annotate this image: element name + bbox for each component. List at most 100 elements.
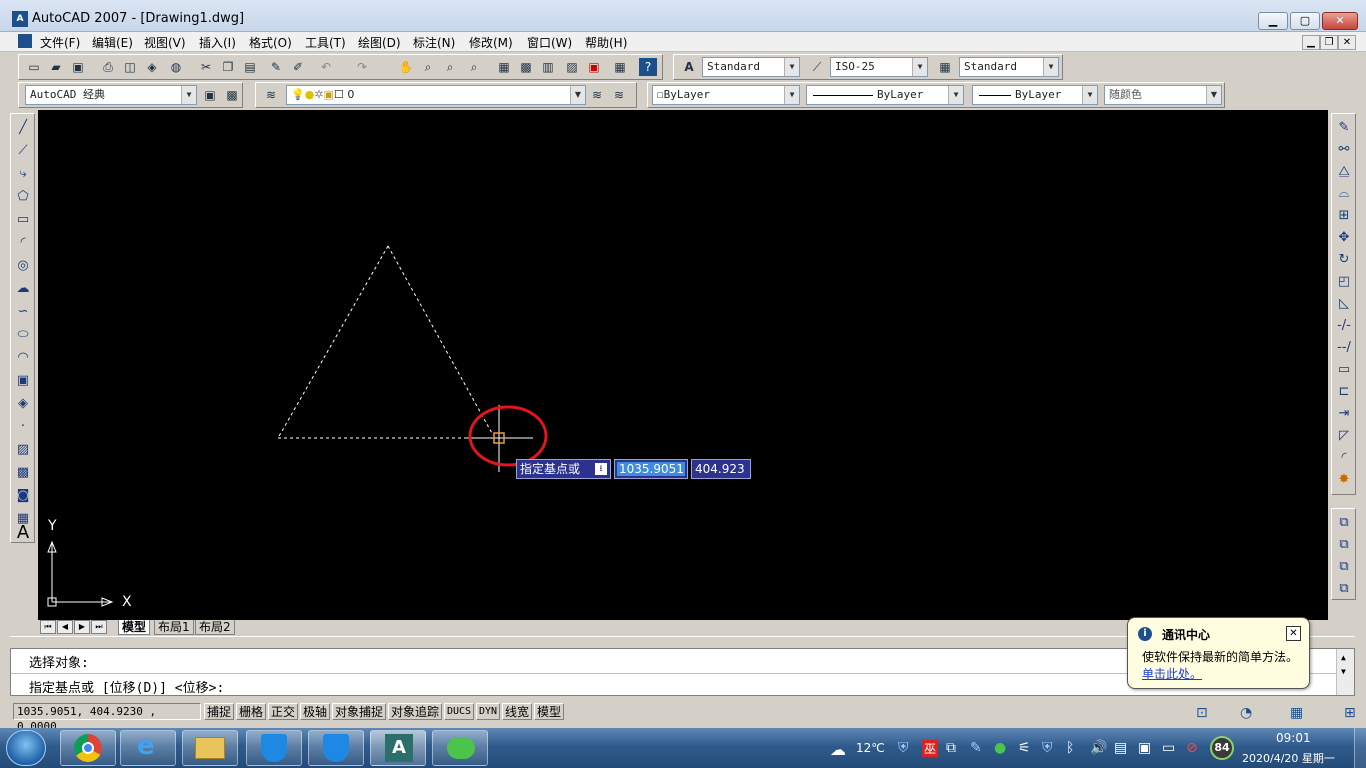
coordinate-readout[interactable]: 1035.9051, 404.9230 , 0.0000 — [13, 703, 201, 733]
workspace-select[interactable]: AutoCAD 经典 ▼ — [25, 85, 197, 105]
clock-time[interactable]: 09:01 — [1276, 731, 1311, 745]
multiline-text-icon[interactable]: A — [13, 523, 33, 543]
color-select[interactable]: ☐ByLayer ▼ — [652, 85, 800, 105]
security-button-2[interactable] — [308, 730, 364, 766]
menu-dimension[interactable]: 标注(N) — [413, 34, 455, 51]
prev-tab-icon[interactable]: ◀ — [57, 620, 73, 634]
minimize-button[interactable]: ▁ — [1258, 12, 1288, 30]
shield-tray-icon-2[interactable]: ⛨ — [1042, 740, 1053, 756]
model-toggle[interactable]: 模型 — [534, 703, 564, 720]
menu-format[interactable]: 格式(O) — [249, 34, 292, 51]
open-icon[interactable]: ▰ — [47, 58, 65, 76]
tool-tray-icon[interactable]: ✎ — [970, 740, 982, 756]
hatch-icon[interactable]: ▨ — [13, 440, 33, 460]
ducs-toggle[interactable]: DUCS — [444, 703, 474, 720]
erase-icon[interactable]: ✎ — [1334, 118, 1354, 138]
match-properties-icon[interactable]: ✎ — [267, 58, 285, 76]
fillet-icon[interactable]: ◜ — [1334, 448, 1354, 468]
send-under-icon[interactable]: ⧉ — [1334, 579, 1354, 599]
print-icon[interactable]: ⎙ — [99, 58, 117, 76]
table-style-icon[interactable]: ▦ — [936, 58, 954, 76]
chrome-button[interactable] — [60, 730, 116, 766]
dim-style-select[interactable]: ISO-25 ▼ — [830, 57, 928, 77]
circle-icon[interactable]: ◎ — [13, 256, 33, 276]
save-icon[interactable]: ▣ — [69, 58, 87, 76]
fullscreen-icon[interactable]: ⊞ — [1344, 705, 1356, 721]
arc-icon[interactable]: ◜ — [13, 233, 33, 253]
dim-style-icon[interactable]: ⟋ — [808, 58, 826, 76]
selected-triangle[interactable] — [277, 245, 494, 439]
workspace-save-icon[interactable]: ▩ — [223, 86, 241, 104]
menu-insert[interactable]: 插入(I) — [199, 34, 236, 51]
dyn-toggle[interactable]: DYN — [476, 703, 500, 720]
zoom-window-icon[interactable]: ⌕ — [441, 58, 459, 76]
tab-layout2[interactable]: 布局2 — [195, 620, 235, 635]
app-tray-icon[interactable]: 巫 — [922, 740, 939, 757]
first-tab-icon[interactable]: ⏮ — [40, 620, 56, 634]
design-center-icon[interactable]: ▩ — [517, 58, 535, 76]
wechat-tray-icon[interactable]: ● — [994, 740, 1006, 756]
explode-icon[interactable]: ✸ — [1334, 470, 1354, 490]
undo-icon[interactable]: ↶ — [317, 58, 335, 76]
make-current-layer-icon[interactable]: ≋ — [588, 86, 606, 104]
doc-minimize-button[interactable]: ▁ — [1302, 35, 1320, 50]
menu-window[interactable]: 窗口(W) — [527, 34, 572, 51]
zoom-realtime-icon[interactable]: ⌕ — [419, 58, 437, 76]
communication-center-icon[interactable]: ◔ — [1240, 705, 1252, 721]
copy-icon[interactable]: ❐ — [219, 58, 237, 76]
linetype-select[interactable]: ByLayer ▼ — [806, 85, 964, 105]
bluetooth-icon[interactable]: ᛒ — [1066, 740, 1074, 756]
menu-edit[interactable]: 编辑(E) — [92, 34, 133, 51]
spline-icon[interactable]: ∽ — [13, 302, 33, 322]
doc-restore-button[interactable]: ❐ — [1320, 35, 1338, 50]
otrack-toggle[interactable]: 对象追踪 — [388, 703, 442, 720]
paste-icon[interactable]: ▤ — [241, 58, 259, 76]
document-icon[interactable] — [18, 34, 32, 48]
tool-palettes-icon[interactable]: ▥ — [539, 58, 557, 76]
polar-toggle[interactable]: 极轴 — [300, 703, 330, 720]
help-icon[interactable]: ? — [639, 58, 657, 76]
table-style-select[interactable]: Standard ▼ — [959, 57, 1059, 77]
snap-toggle[interactable]: 捕捉 — [204, 703, 234, 720]
make-block-icon[interactable]: ◈ — [13, 394, 33, 414]
tab-layout1[interactable]: 布局1 — [154, 620, 194, 635]
shield-tray-icon[interactable]: ⛨ — [898, 740, 909, 756]
plot-style-select[interactable]: 随颜色 ▼ — [1104, 85, 1222, 105]
layer-select[interactable]: 💡●✲▣☐ 0 ▼ — [286, 85, 586, 105]
offset-icon[interactable]: ⌓ — [1334, 184, 1354, 204]
bring-above-icon[interactable]: ⧉ — [1334, 557, 1354, 577]
break-at-point-icon[interactable]: ▭ — [1334, 360, 1354, 380]
rotate-icon[interactable]: ↻ — [1334, 250, 1354, 270]
polyline-icon[interactable]: ⤷ — [13, 164, 33, 184]
doc-close-button[interactable]: ✕ — [1338, 35, 1356, 50]
new-icon[interactable]: ▭ — [25, 58, 43, 76]
gradient-icon[interactable]: ▩ — [13, 463, 33, 483]
polygon-icon[interactable]: ⬠ — [13, 187, 33, 207]
dynamic-y-input[interactable]: 404.923 — [691, 459, 751, 479]
extend-icon[interactable]: --/ — [1334, 338, 1354, 358]
bring-to-front-icon[interactable]: ⧉ — [1334, 513, 1354, 533]
start-orb-icon[interactable] — [6, 730, 46, 766]
array-icon[interactable]: ⊞ — [1334, 206, 1354, 226]
weather-temp[interactable]: 12℃ — [856, 741, 885, 755]
scroll-down-icon[interactable]: ▼ — [1341, 667, 1346, 676]
menu-modify[interactable]: 修改(M) — [469, 34, 513, 51]
tab-model[interactable]: 模型 — [118, 620, 151, 635]
close-icon[interactable]: ✕ — [1286, 626, 1301, 641]
redo-icon[interactable]: ↷ — [353, 58, 371, 76]
lock-toolbar-icon[interactable]: ▦ — [1290, 705, 1303, 721]
grid-toggle[interactable]: 栅格 — [236, 703, 266, 720]
join-icon[interactable]: ⇥ — [1334, 404, 1354, 424]
chamfer-icon[interactable]: ◸ — [1334, 426, 1354, 446]
command-scrollbar[interactable]: ▲ ▼ — [1336, 649, 1354, 695]
insert-block-icon[interactable]: ▣ — [13, 371, 33, 391]
arrow-down-icon[interactable]: ⭳ — [595, 463, 607, 475]
scale-icon[interactable]: ◰ — [1334, 272, 1354, 292]
stretch-icon[interactable]: ◺ — [1334, 294, 1354, 314]
break-icon[interactable]: ⊏ — [1334, 382, 1354, 402]
muted-icon[interactable]: ⊘ — [1186, 740, 1198, 756]
text-style-select[interactable]: Standard ▼ — [702, 57, 800, 77]
ellipse-icon[interactable]: ⬭ — [13, 325, 33, 345]
menu-help[interactable]: 帮助(H) — [585, 34, 627, 51]
region-icon[interactable]: ◙ — [13, 486, 33, 506]
